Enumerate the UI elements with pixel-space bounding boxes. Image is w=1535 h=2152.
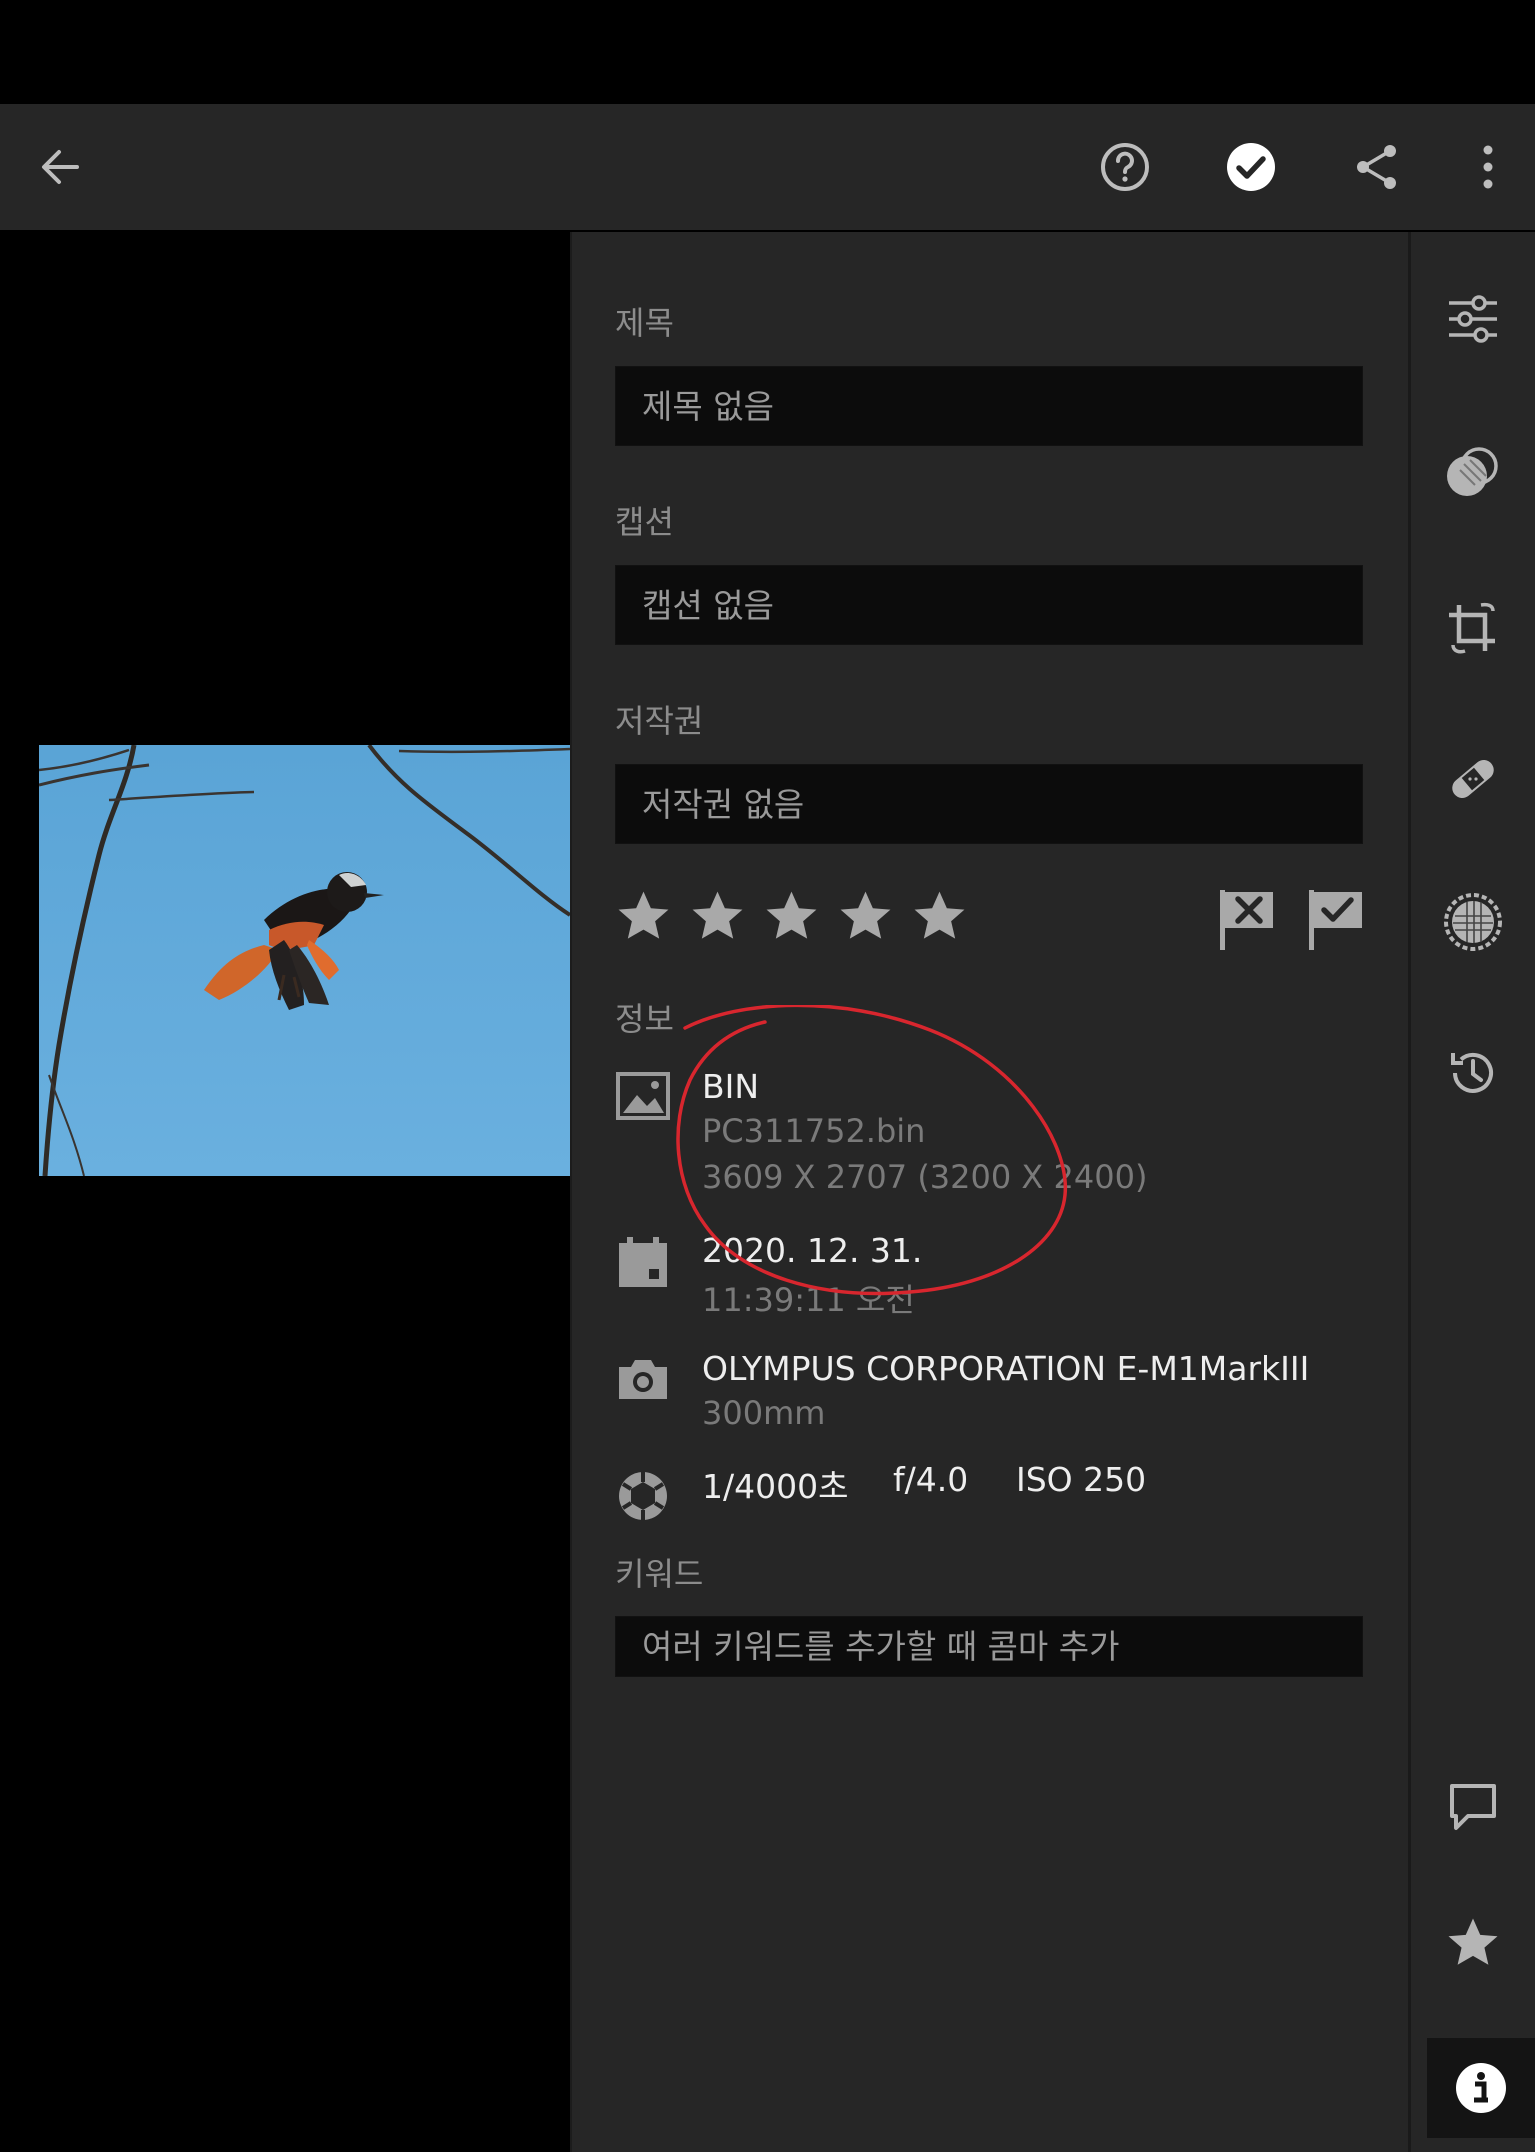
title-input[interactable] [616, 367, 1362, 445]
focal-length: 300mm [702, 1394, 826, 1432]
file-info: BIN PC311752.bin 3609 X 2707 (3200 X 240… [615, 1067, 1375, 1227]
history-icon [1451, 1052, 1493, 1093]
title-label: 제목 [615, 304, 674, 342]
edit-tool-button[interactable] [1411, 274, 1535, 364]
share-button[interactable] [1337, 104, 1417, 230]
crop-icon [1449, 602, 1495, 654]
file-dimensions: 3609 X 2707 (3200 X 2400) [702, 1158, 1148, 1196]
keywords-label: 키워드 [615, 1555, 704, 1593]
aperture-icon [619, 1472, 667, 1520]
caption-label: 캡션 [615, 503, 674, 541]
tool-strip [1408, 232, 1535, 2152]
copyright-field[interactable] [615, 764, 1363, 844]
more-button[interactable] [1448, 104, 1528, 230]
color-mix-icon [1447, 447, 1498, 496]
capture-date-value: 2020. 12. 31. [702, 1231, 923, 1270]
rating-tool-button[interactable] [1411, 1898, 1535, 1988]
star-3-icon[interactable] [763, 888, 820, 945]
reject-flag-icon[interactable] [1218, 888, 1276, 952]
sliders-icon [1449, 295, 1497, 343]
iso-value: ISO 250 [1016, 1460, 1147, 1499]
image-icon [616, 1072, 670, 1120]
photo-preview[interactable] [39, 745, 570, 1176]
mask-icon [1444, 893, 1502, 951]
aperture-value: f/4.0 [893, 1460, 969, 1499]
arrow-left-icon [42, 150, 79, 184]
more-vertical-icon [1483, 145, 1493, 189]
calendar-icon [619, 1237, 667, 1287]
top-toolbar [0, 104, 1535, 230]
photo-preview-area [0, 230, 570, 2152]
info-icon [1456, 2063, 1506, 2113]
done-button[interactable] [1211, 104, 1291, 230]
presets-tool-button[interactable] [1411, 427, 1535, 517]
help-button[interactable] [1085, 104, 1165, 230]
info-tool-button[interactable] [1427, 2038, 1535, 2138]
question-circle-icon [1101, 143, 1149, 191]
copyright-input[interactable] [616, 765, 1362, 843]
capture-time-value: 11:39:11 오전 [702, 1281, 915, 1319]
caption-field[interactable] [615, 565, 1363, 645]
share-icon [1357, 145, 1396, 189]
title-field[interactable] [615, 366, 1363, 446]
star-2-icon[interactable] [689, 888, 746, 945]
keywords-input[interactable] [616, 1617, 1362, 1676]
check-circle-icon [1227, 143, 1275, 191]
file-name: PC311752.bin [702, 1112, 926, 1150]
bandage-icon [1452, 760, 1494, 798]
crop-tool-button[interactable] [1411, 584, 1535, 674]
comments-tool-button[interactable] [1411, 1762, 1535, 1852]
star-5-icon[interactable] [911, 888, 968, 945]
star-icon [1448, 1918, 1498, 1965]
info-label: 정보 [615, 1000, 674, 1038]
star-rating [615, 888, 968, 958]
comment-icon [1450, 1784, 1496, 1830]
camera-model: OLYMPUS CORPORATION E-M1MarkIII [702, 1349, 1310, 1388]
masking-tool-button[interactable] [1411, 877, 1535, 967]
star-4-icon[interactable] [837, 888, 894, 945]
keywords-field[interactable] [615, 1616, 1363, 1677]
shutter-speed: 1/4000초 [702, 1467, 849, 1506]
caption-input[interactable] [616, 566, 1362, 644]
versions-tool-button[interactable] [1411, 1028, 1535, 1118]
info-panel: 제목 캡션 저작권 정보 BIN PC311752.bin 3 [570, 232, 1410, 2152]
file-type: BIN [702, 1067, 760, 1106]
back-button[interactable] [20, 104, 100, 230]
copyright-label: 저작권 [615, 702, 704, 740]
camera-icon [619, 1360, 667, 1399]
capture-date: 2020. 12. 31. 11:39:11 오전 [615, 1231, 1375, 1331]
star-1-icon[interactable] [615, 888, 672, 945]
camera-info: OLYMPUS CORPORATION E-M1MarkIII 300mm [615, 1349, 1375, 1449]
pick-flag-icon[interactable] [1307, 888, 1365, 952]
healing-tool-button[interactable] [1411, 734, 1535, 824]
